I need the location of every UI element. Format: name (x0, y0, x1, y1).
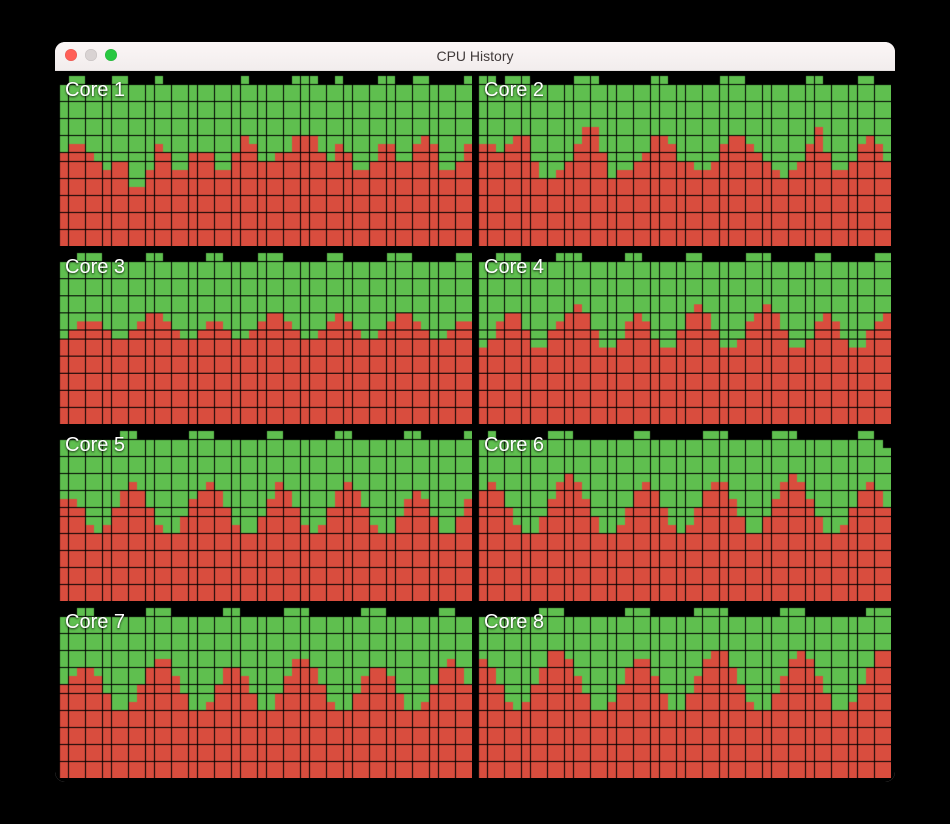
core-7-chart (59, 607, 472, 778)
core-panel-8: Core 8 (478, 607, 891, 778)
core-3-chart (59, 252, 472, 423)
zoom-icon[interactable] (105, 49, 117, 61)
core-4-chart (478, 252, 891, 423)
core-panel-5: Core 5 (59, 430, 472, 601)
core-5-chart (59, 430, 472, 601)
core-panel-7: Core 7 (59, 607, 472, 778)
core-1-chart (59, 75, 472, 246)
titlebar[interactable]: CPU History (55, 42, 895, 71)
core-grid: Core 1Core 2Core 3Core 4Core 5Core 6Core… (55, 71, 895, 782)
core-panel-1: Core 1 (59, 75, 472, 246)
core-panel-4: Core 4 (478, 252, 891, 423)
core-panel-2: Core 2 (478, 75, 891, 246)
core-8-chart (478, 607, 891, 778)
window-controls (65, 49, 117, 61)
core-2-chart (478, 75, 891, 246)
close-icon[interactable] (65, 49, 77, 61)
core-panel-3: Core 3 (59, 252, 472, 423)
window-title: CPU History (55, 48, 895, 64)
core-6-chart (478, 430, 891, 601)
minimize-icon (85, 49, 97, 61)
cpu-history-window: CPU History Core 1Core 2Core 3Core 4Core… (55, 42, 895, 782)
core-panel-6: Core 6 (478, 430, 891, 601)
